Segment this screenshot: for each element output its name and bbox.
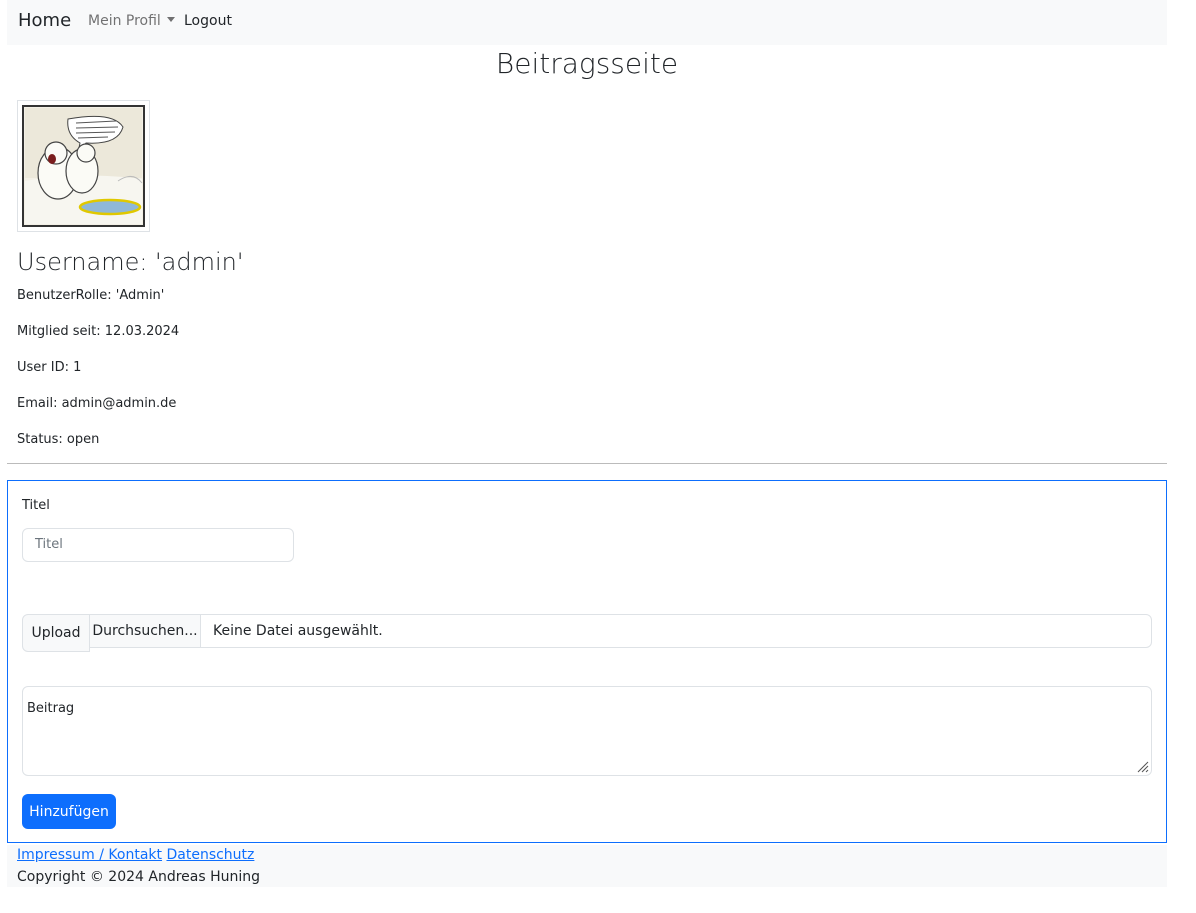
user-id-text: User ID: 1 <box>17 360 82 375</box>
status-text: Status: open <box>17 432 100 447</box>
caret-down-icon <box>166 17 175 22</box>
title-label: Titel <box>22 498 50 513</box>
member-since-text: Mitglied seit: 12.03.2024 <box>17 324 180 339</box>
post-form: Titel Titel Upload Durchsuchen... Keine … <box>7 480 1167 843</box>
upload-label: Upload <box>22 614 90 652</box>
profile-dropdown[interactable]: Mein Profil <box>88 13 175 29</box>
file-upload-group: Upload Durchsuchen... Keine Datei ausgew… <box>22 614 1152 652</box>
impressum-link[interactable]: Impressum / Kontakt <box>17 847 162 863</box>
resize-grip-icon[interactable] <box>1137 761 1149 773</box>
footer: Impressum / Kontakt Datenschutz Copyrigh… <box>7 845 1167 887</box>
page-title: Beitragsseite <box>495 47 679 80</box>
role-text: BenutzerRolle: 'Admin' <box>17 288 165 303</box>
post-body-textarea[interactable]: Beitrag <box>22 686 1152 776</box>
post-body-placeholder: Beitrag <box>27 701 75 716</box>
copyright-text: Copyright © 2024 Andreas Huning <box>17 869 261 885</box>
avatar <box>17 100 150 232</box>
email-text: Email: admin@admin.de <box>17 396 177 411</box>
add-post-button[interactable]: Hinzufügen <box>22 794 116 829</box>
username-heading: Username: 'admin' <box>17 248 244 276</box>
top-navbar: Home Mein Profil Logout <box>7 0 1167 45</box>
home-link[interactable]: Home <box>18 10 71 31</box>
datenschutz-link[interactable]: Datenschutz <box>166 847 254 863</box>
avatar-cartoon-image <box>22 105 145 227</box>
file-name-display[interactable]: Keine Datei ausgewählt. <box>200 614 1152 648</box>
divider <box>7 463 1167 464</box>
profile-dropdown-label: Mein Profil <box>88 13 161 29</box>
logout-link[interactable]: Logout <box>184 13 232 29</box>
browse-button[interactable]: Durchsuchen... <box>89 614 201 648</box>
title-input[interactable]: Titel <box>22 528 294 562</box>
